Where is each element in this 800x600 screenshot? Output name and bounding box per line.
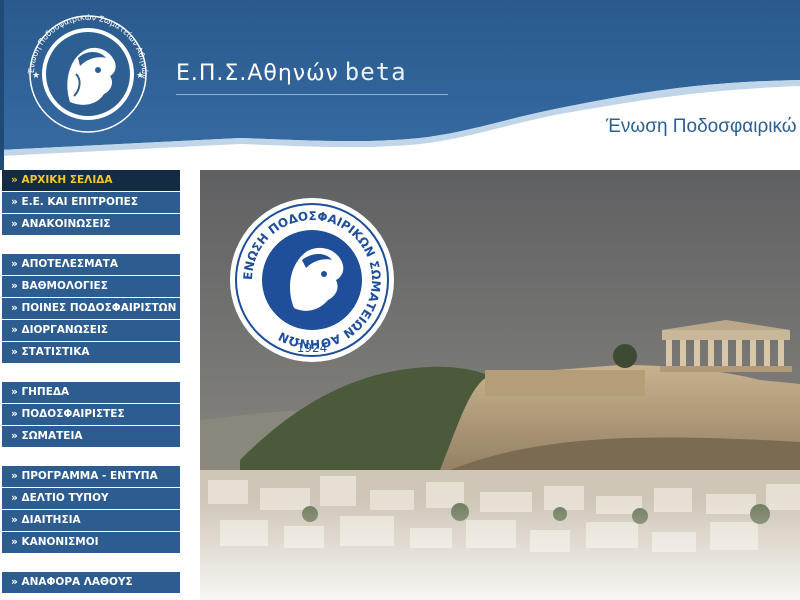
nav-committees[interactable]: » Ε.Ε. ΚΑΙ ΕΠΙΤΡΟΠΕΣ bbox=[2, 192, 180, 213]
nav-results[interactable]: » ΑΠΟΤΕΛΕΣΜΑΤΑ bbox=[2, 254, 180, 275]
svg-text:★: ★ bbox=[136, 71, 144, 81]
nav-standings[interactable]: » ΒΑΘΜΟΛΟΓΙΕΣ bbox=[2, 276, 180, 297]
nav-competitions[interactable]: » ΔΙΟΡΓΑΝΩΣΕΙΣ bbox=[2, 320, 180, 341]
nav-home[interactable]: » ΑΡΧΙΚΗ ΣΕΛΙΔΑ bbox=[2, 170, 180, 191]
nav-error-report[interactable]: » ΑΝΑΦΟΡΑ ΛΑΘΟΥΣ bbox=[2, 572, 180, 593]
sidebar-menu: » ΑΡΧΙΚΗ ΣΕΛΙΔΑ » Ε.Ε. ΚΑΙ ΕΠΙΤΡΟΠΕΣ » Α… bbox=[0, 170, 180, 600]
menu-gap bbox=[0, 364, 180, 382]
nav-player-penalties[interactable]: » ΠΟΙΝΕΣ ΠΟΔΟΣΦΑΙΡΙΣΤΩΝ bbox=[2, 298, 180, 319]
nav-players[interactable]: » ΠΟΔΟΣΦΑΙΡΙΣΤΕΣ bbox=[2, 404, 180, 425]
beta-label: beta bbox=[344, 58, 407, 86]
acropolis-photo: ΕΝΩΣΗ ΠΟΔΟΣΦΑΙΡΙΚΩΝ ΣΩΜΑΤΕΙΩΝ ΑΘΗΝΩΝ 192… bbox=[200, 170, 800, 600]
menu-gap bbox=[0, 448, 180, 466]
nav-stadiums[interactable]: » ΓΗΠΕΔΑ bbox=[2, 382, 180, 403]
menu-gap bbox=[0, 554, 180, 572]
nav-regulations[interactable]: » ΚΑΝΟΝΙΣΜΟΙ bbox=[2, 532, 180, 553]
nav-statistics[interactable]: » ΣΤΑΤΙΣΤΙΚΑ bbox=[2, 342, 180, 363]
nav-press-release[interactable]: » ΔΕΛΤΙΟ ΤΥΠΟΥ bbox=[2, 488, 180, 509]
site-title-text: Ε.Π.Σ.Αθηνών bbox=[176, 61, 339, 86]
acropolis-illustration: ΕΝΩΣΗ ΠΟΔΟΣΦΑΙΡΙΚΩΝ ΣΩΜΑΤΕΙΩΝ ΑΘΗΝΩΝ 192… bbox=[200, 170, 800, 600]
nav-program-forms[interactable]: » ΠΡΟΓΡΑΜΜΑ - ΕΝΤΥΠΑ bbox=[2, 466, 180, 487]
nav-clubs[interactable]: » ΣΩΜΑΤΕΙΑ bbox=[2, 426, 180, 447]
federation-seal: ΕΝΩΣΗ ΠΟΔΟΣΦΑΙΡΙΚΩΝ ΣΩΜΑΤΕΙΩΝ ΑΘΗΝΩΝ 192… bbox=[230, 198, 394, 362]
header-slogan: Ένωση Ποδοσφαιρικώ bbox=[606, 116, 797, 137]
title-underline bbox=[176, 94, 448, 95]
menu-gap bbox=[0, 236, 180, 254]
nav-refereeing[interactable]: » ΔΙΑΙΤΗΣΙΑ bbox=[2, 510, 180, 531]
site-header: Ένωση Ποδοσφαιρικών Σωματείων Αθηνών ★ ★… bbox=[0, 0, 800, 170]
site-title[interactable]: Ε.Π.Σ.Αθηνών beta bbox=[176, 58, 407, 86]
seal-year: 1924 bbox=[297, 341, 328, 355]
federation-logo[interactable]: Ένωση Ποδοσφαιρικών Σωματείων Αθηνών ★ ★ bbox=[18, 14, 158, 134]
nav-announcements[interactable]: » ΑΝΑΚΟΙΝΩΣΕΙΣ bbox=[2, 214, 180, 235]
svg-text:★: ★ bbox=[32, 71, 40, 81]
